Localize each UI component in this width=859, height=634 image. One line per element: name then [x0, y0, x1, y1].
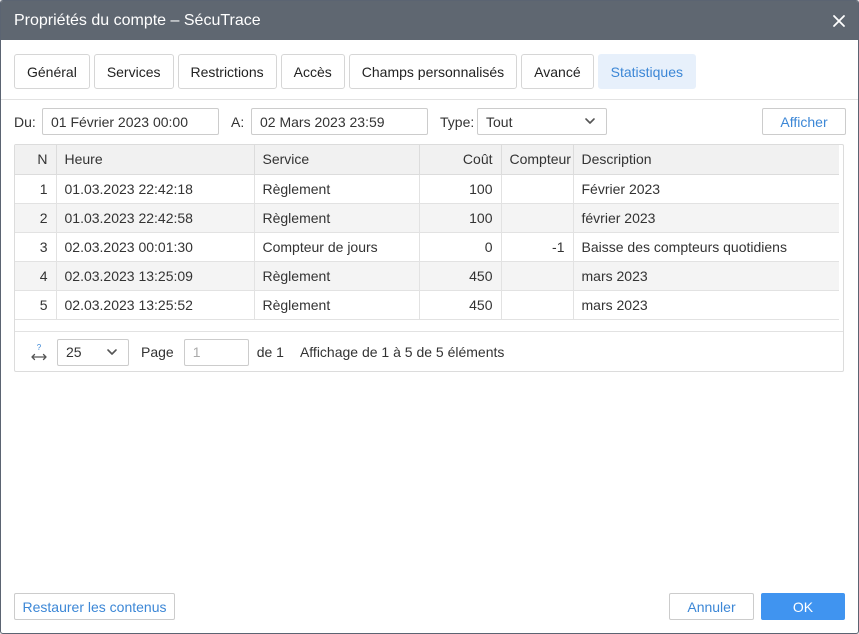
- tab-access[interactable]: Accès: [280, 54, 345, 89]
- cell-description: mars 2023: [573, 290, 839, 320]
- cell-counter: -1: [501, 232, 574, 262]
- to-date-value: 02 Mars 2023 23:59: [260, 113, 385, 130]
- tab-services[interactable]: Services: [93, 54, 174, 89]
- close-icon[interactable]: [832, 14, 846, 28]
- page-number-value: 1: [192, 344, 201, 360]
- svg-text:?: ?: [37, 343, 42, 352]
- page-total-label: de 1: [256, 344, 284, 360]
- auto-resize-icon[interactable]: ?: [29, 342, 49, 362]
- account-properties-dialog: Propriétés du compte – SécuTrace Général…: [0, 0, 859, 634]
- cell-cost: 0: [419, 232, 502, 262]
- to-label: A:: [231, 114, 245, 130]
- tab-statistics[interactable]: Statistiques: [597, 54, 696, 89]
- pagination-bar: ? 25 Page 1 de 1 Affichage de 1 à 5 de 5…: [15, 331, 843, 372]
- column-header-service[interactable]: Service: [254, 145, 420, 175]
- cell-n: 4: [15, 261, 57, 291]
- cell-cost: 450: [419, 261, 502, 291]
- tab-general[interactable]: Général: [14, 54, 90, 89]
- table-row[interactable]: 2 01.03.2023 22:42:58 Règlement 100 févr…: [15, 203, 839, 233]
- type-select[interactable]: Tout: [477, 108, 607, 135]
- column-header-description[interactable]: Description: [573, 145, 839, 175]
- column-header-cost[interactable]: Coût: [419, 145, 502, 175]
- page-size-value: 25: [66, 344, 82, 360]
- show-button[interactable]: Afficher: [762, 108, 846, 135]
- tab-bar: Général Services Restrictions Accès Cham…: [14, 54, 700, 89]
- cell-counter: [501, 174, 574, 204]
- ok-button[interactable]: OK: [761, 593, 845, 620]
- chevron-down-icon: [585, 118, 595, 124]
- cell-time: 01.03.2023 22:42:18: [56, 174, 255, 204]
- cell-counter: [501, 203, 574, 233]
- from-date-value: 01 Février 2023 00:00: [51, 113, 188, 130]
- table-row[interactable]: 4 02.03.2023 13:25:09 Règlement 450 mars…: [15, 261, 839, 291]
- column-header-n[interactable]: N: [15, 145, 57, 175]
- table-row[interactable]: 1 01.03.2023 22:42:18 Règlement 100 Févr…: [15, 174, 839, 204]
- tab-custom-fields[interactable]: Champs personnalisés: [348, 54, 518, 89]
- title-bar: Propriétés du compte – SécuTrace: [1, 1, 858, 40]
- cell-service: Règlement: [254, 174, 420, 204]
- cell-n: 3: [15, 232, 57, 262]
- column-header-counter[interactable]: Compteur: [501, 145, 574, 175]
- cell-description: Février 2023: [573, 174, 839, 204]
- statistics-table: N Heure Service Coût Compteur Descriptio…: [15, 145, 839, 320]
- cell-time: 02.03.2023 13:25:52: [56, 290, 255, 320]
- cancel-button[interactable]: Annuler: [669, 593, 754, 620]
- restore-contents-button[interactable]: Restaurer les contenus: [14, 593, 175, 620]
- cell-cost: 100: [419, 174, 502, 204]
- cell-counter: [501, 290, 574, 320]
- tab-advanced[interactable]: Avancé: [521, 54, 594, 89]
- to-date-input[interactable]: 02 Mars 2023 23:59: [251, 108, 428, 135]
- cell-n: 1: [15, 174, 57, 204]
- chevron-down-icon: [107, 348, 117, 355]
- cell-service: Règlement: [254, 290, 420, 320]
- from-label: Du:: [14, 114, 36, 130]
- page-size-select[interactable]: 25: [57, 338, 129, 366]
- dialog-title: Propriétés du compte – SécuTrace: [14, 11, 261, 29]
- cell-cost: 100: [419, 203, 502, 233]
- filter-bar: Du: 01 Février 2023 00:00 A: 02 Mars 202…: [14, 108, 846, 135]
- from-date-input[interactable]: 01 Février 2023 00:00: [42, 108, 219, 135]
- cell-service: Règlement: [254, 261, 420, 291]
- table-header-row: N Heure Service Coût Compteur Descriptio…: [15, 145, 839, 175]
- cell-counter: [501, 261, 574, 291]
- cell-description: février 2023: [573, 203, 839, 233]
- cell-time: 02.03.2023 00:01:30: [56, 232, 255, 262]
- cell-description: Baisse des compteurs quotidiens: [573, 232, 839, 262]
- cell-service: Règlement: [254, 203, 420, 233]
- table-row[interactable]: 5 02.03.2023 13:25:52 Règlement 450 mars…: [15, 290, 839, 320]
- tabs-divider: [1, 99, 858, 100]
- cell-description: mars 2023: [573, 261, 839, 291]
- page-number-input[interactable]: 1: [183, 338, 249, 366]
- tab-restrictions[interactable]: Restrictions: [177, 54, 277, 89]
- cell-time: 02.03.2023 13:25:09: [56, 261, 255, 291]
- cell-n: 2: [15, 203, 57, 233]
- type-select-value: Tout: [486, 113, 513, 130]
- pagination-summary: Affichage de 1 à 5 de 5 éléments: [299, 344, 505, 360]
- page-label: Page: [141, 344, 174, 360]
- cell-service: Compteur de jours: [254, 232, 420, 262]
- table-row[interactable]: 3 02.03.2023 00:01:30 Compteur de jours …: [15, 232, 839, 262]
- column-header-time[interactable]: Heure: [56, 145, 255, 175]
- type-label: Type:: [440, 114, 475, 130]
- cell-time: 01.03.2023 22:42:58: [56, 203, 255, 233]
- cell-cost: 450: [419, 290, 502, 320]
- cell-n: 5: [15, 290, 57, 320]
